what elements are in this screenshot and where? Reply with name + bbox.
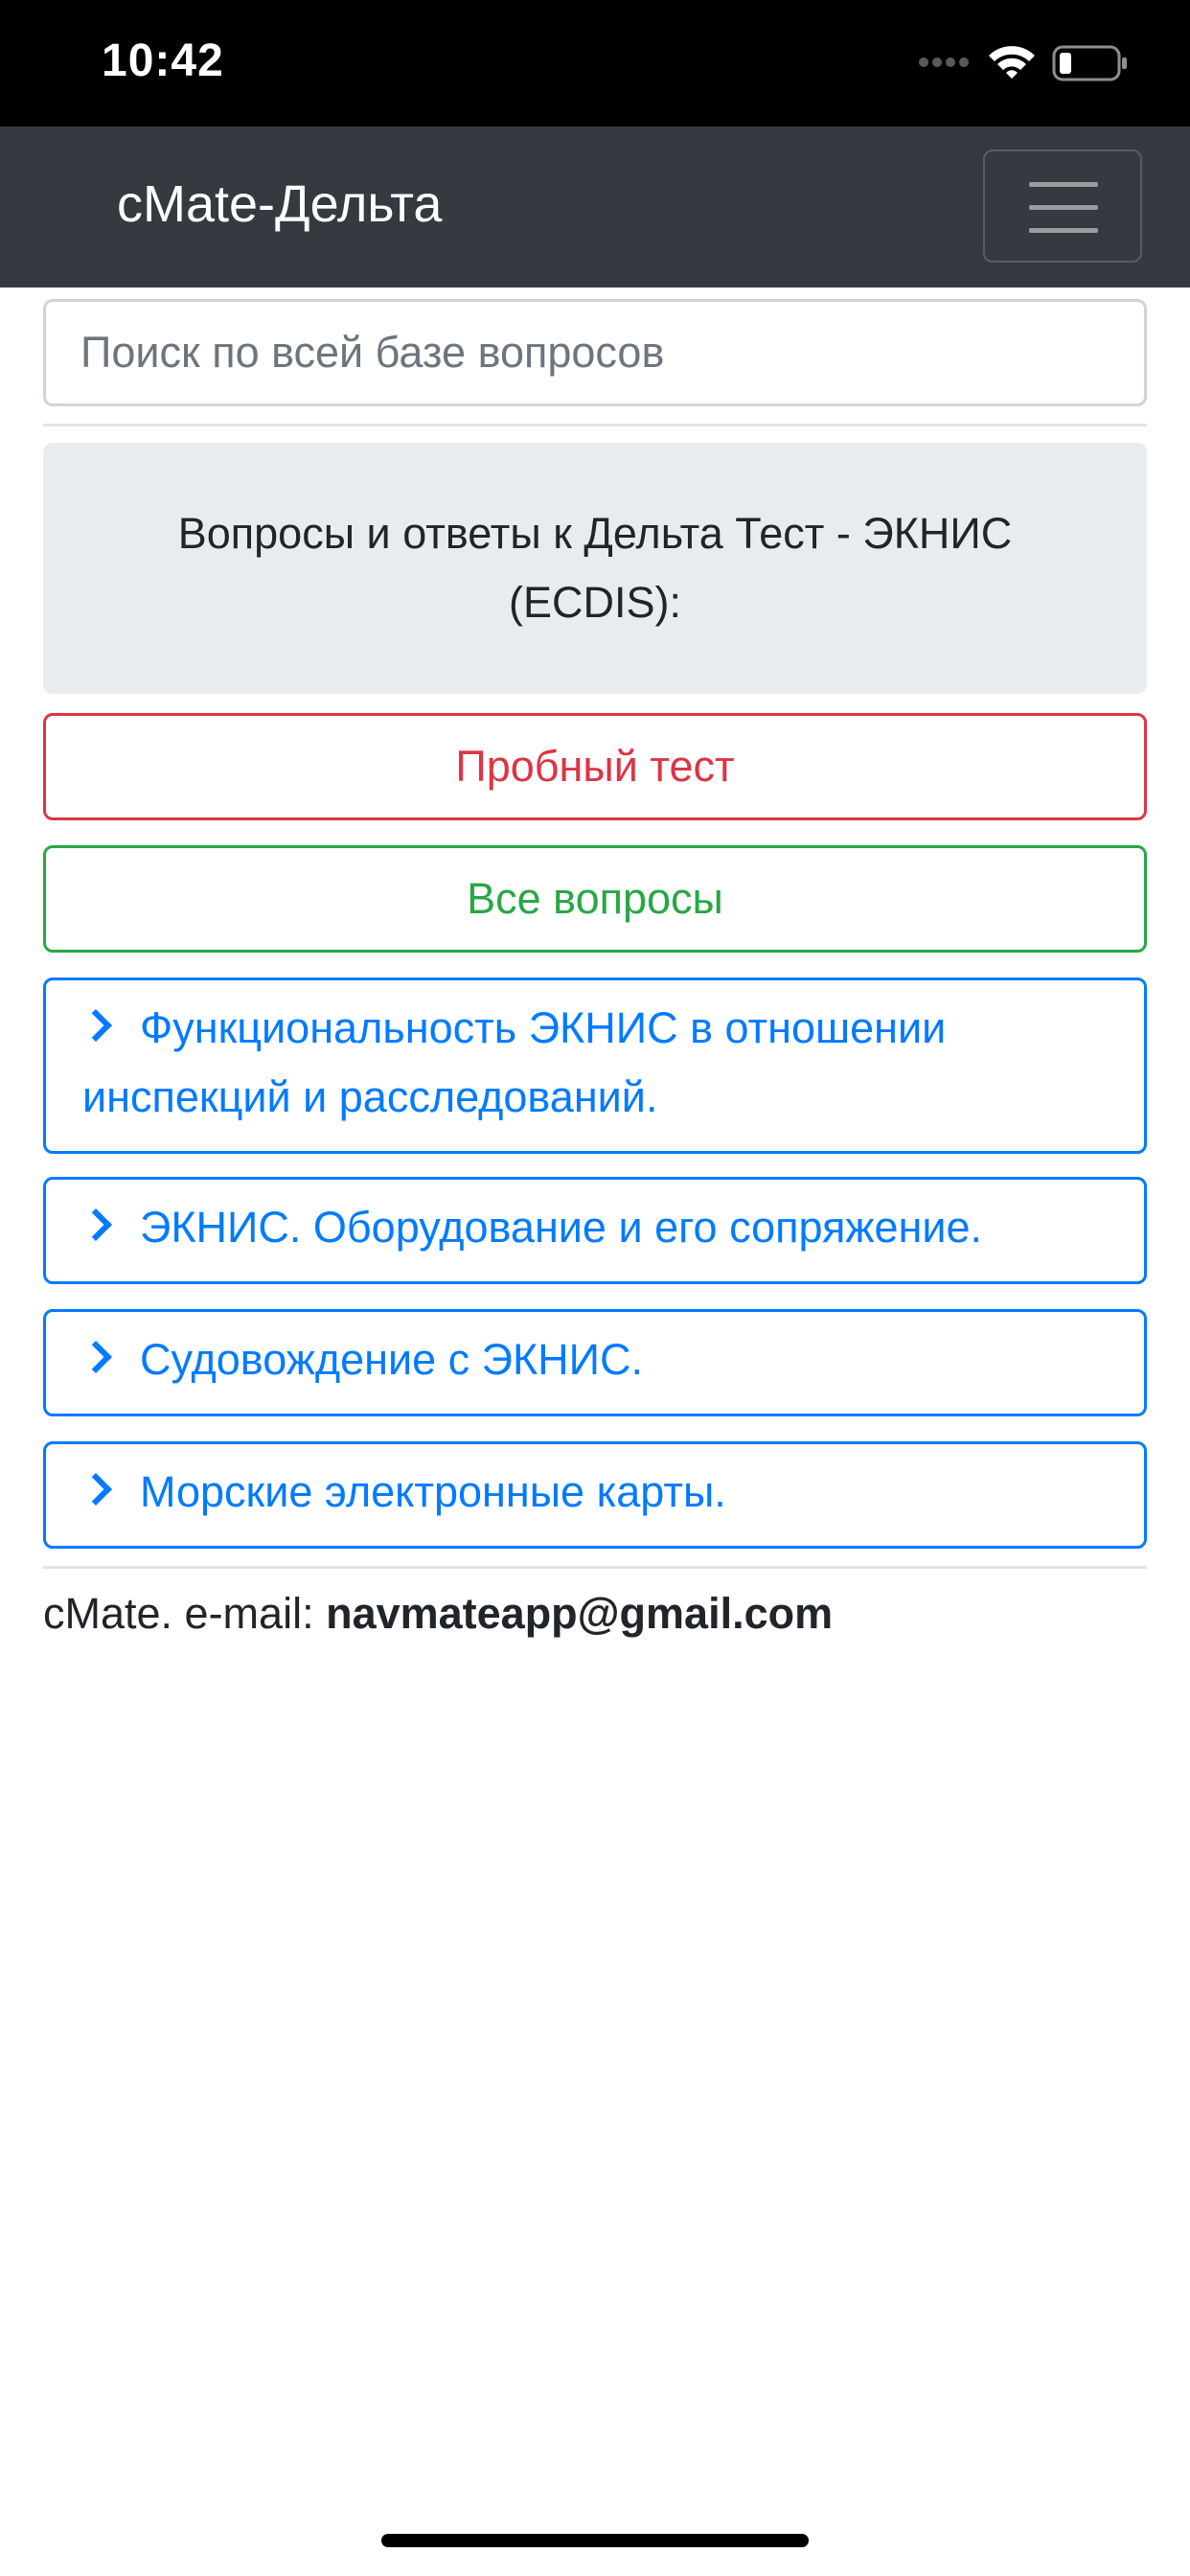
chevron-right-icon: [80, 1341, 112, 1373]
topic-item-inspections[interactable]: Функциональность ЭКНИС в отношении инспе…: [43, 978, 1147, 1154]
topic-label: Функциональность ЭКНИС в отношении инспе…: [82, 1003, 947, 1121]
topic-item-navigation[interactable]: Судовождение с ЭКНИС.: [43, 1309, 1147, 1416]
topic-label: ЭКНИС. Оборудование и его сопряжение.: [140, 1203, 983, 1252]
divider: [43, 424, 1147, 426]
chevron-right-icon: [80, 1009, 112, 1042]
chevron-right-icon: [80, 1473, 112, 1506]
footer-email[interactable]: navmateapp@gmail.com: [326, 1589, 833, 1638]
info-panel-text: Вопросы и ответы к Дельта Тест - ЭКНИС (…: [177, 509, 1013, 627]
search-input[interactable]: [43, 299, 1147, 406]
footer-prefix: cMate. e-mail:: [43, 1589, 327, 1638]
topic-item-charts[interactable]: Морские электронные карты.: [43, 1441, 1147, 1549]
hamburger-icon: [1029, 182, 1098, 233]
footer: cMate. e-mail: navmateapp@gmail.com: [43, 1589, 833, 1639]
wifi-icon: [989, 46, 1035, 79]
signal-icon: [919, 58, 969, 67]
battery-icon: [1052, 45, 1127, 81]
topic-label: Морские электронные карты.: [140, 1467, 726, 1516]
status-time: 10:42: [102, 35, 224, 86]
info-panel: Вопросы и ответы к Дельта Тест - ЭКНИС (…: [43, 443, 1147, 694]
navbar: cMate-Дельта: [0, 126, 1190, 288]
topic-item-equipment[interactable]: ЭКНИС. Оборудование и его сопряжение.: [43, 1177, 1147, 1284]
all-questions-button[interactable]: Все вопросы: [43, 845, 1147, 953]
divider: [43, 1566, 1147, 1569]
menu-toggle-button[interactable]: [983, 150, 1142, 263]
navbar-brand[interactable]: cMate-Дельта: [117, 174, 442, 234]
trial-test-button[interactable]: Пробный тест: [43, 713, 1147, 820]
home-indicator[interactable]: [381, 2534, 809, 2547]
status-bar: 10:42: [0, 0, 1190, 126]
topic-label: Судовождение с ЭКНИС.: [140, 1335, 644, 1384]
chevron-right-icon: [80, 1208, 112, 1241]
